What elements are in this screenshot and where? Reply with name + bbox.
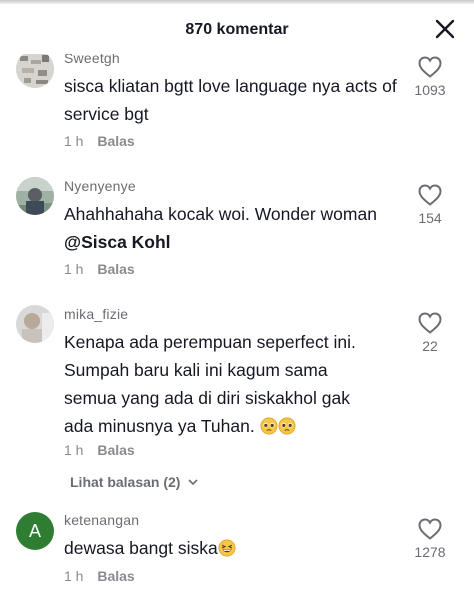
pleading-face-emoji [260,416,296,436]
comment-meta: 1 h Balas [64,261,135,277]
avatar[interactable]: A [16,512,54,550]
like-area: 22 [404,312,456,354]
reply-button[interactable]: Balas [97,261,134,277]
avatar-letter: A [28,520,41,541]
comment-time: 1 h [64,261,84,277]
comment-username[interactable]: ketenangan [64,512,139,528]
avatar[interactable] [16,177,54,215]
close-icon[interactable] [434,18,456,40]
comment-username[interactable]: mika_fizie [64,306,128,322]
avatar[interactable] [16,50,54,88]
comment-list[interactable]: Sweetgh sisca kliatan bgtt love language… [0,0,474,599]
like-count: 1093 [414,82,446,98]
close-button[interactable] [434,18,456,40]
mention-link[interactable]: @Sisca Kohl [64,232,171,252]
comment-time: 1 h [64,568,84,584]
reply-button[interactable]: Balas [97,442,134,458]
like-count: 1278 [414,544,446,560]
comment-time: 1 h [64,133,84,149]
chevron-down-icon [188,479,198,486]
reply-button[interactable]: Balas [97,133,134,149]
like-area: 154 [404,184,456,226]
comment-meta: 1 h Balas [64,442,135,458]
heart-icon[interactable] [418,184,442,206]
comment-meta: 1 h Balas [64,133,135,149]
comment-text: Kenapa ada perempuan seperfect ini. Sump… [64,328,384,440]
comment-time: 1 h [64,442,84,458]
heart-icon[interactable] [418,312,442,334]
view-replies-label: Lihat balasan (2) [70,474,181,490]
heart-icon[interactable] [418,518,442,540]
comment-body: dewasa bangt siska [64,538,218,558]
avatar[interactable] [16,305,54,343]
comment-text: Ahahhahaha kocak woi. Wonder woman @Sisc… [64,200,409,256]
comment-text: sisca kliatan bgtt love language nya act… [64,76,397,124]
reply-button[interactable]: Balas [97,568,134,584]
view-replies-button[interactable]: Lihat balasan (2) [70,474,199,490]
grinning-squinting-face-emoji [218,538,236,558]
like-count: 154 [418,210,442,226]
comments-header: 870 komentar [0,4,474,54]
heart-icon[interactable] [418,56,442,78]
like-count: 22 [422,338,438,354]
like-area: 1278 [404,518,456,560]
comment-body: Ahahhahaha kocak woi. Wonder woman [64,204,377,224]
comment-meta: 1 h Balas [64,568,135,584]
comment-username[interactable]: Nyenyenye [64,178,136,194]
page-title: 870 komentar [185,21,289,38]
comment-text: dewasa bangt siska [64,534,409,562]
comment-body: Kenapa ada perempuan seperfect ini. Sump… [64,332,356,436]
like-area: 1093 [404,56,456,98]
